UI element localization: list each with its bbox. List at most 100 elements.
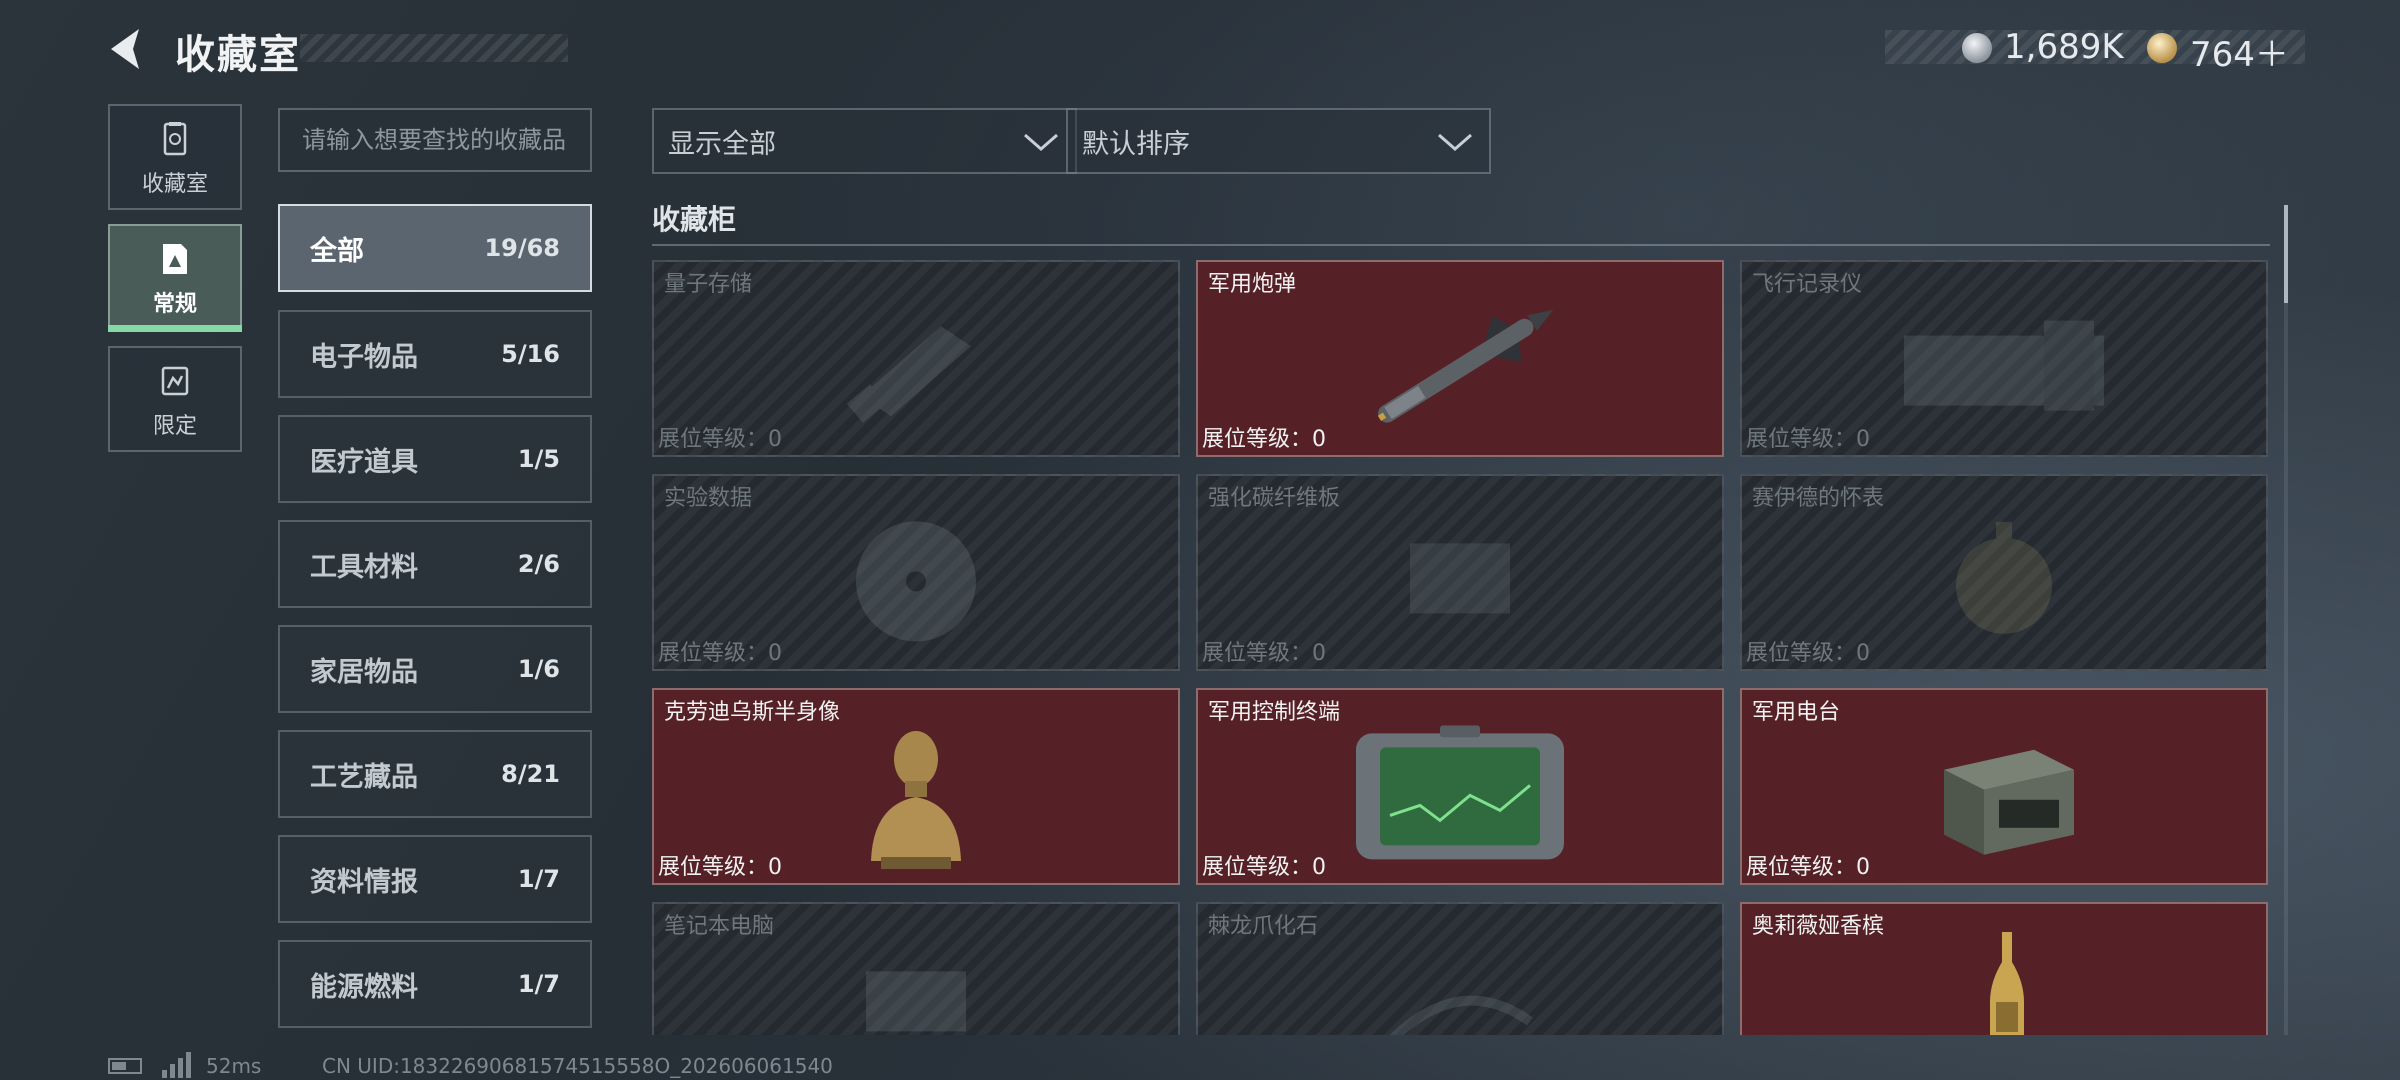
category-name: 工艺藏品 <box>310 761 418 793</box>
gold-currency-value[interactable]: 764＋ <box>2190 27 2289 76</box>
category-name: 全部 <box>310 235 364 267</box>
category-all[interactable]: 全部 19/68 <box>278 204 592 292</box>
cabinet-slot-military-radio[interactable]: 军用电台 展位等级：0 <box>1740 688 2268 885</box>
collection-room-icon <box>163 122 187 156</box>
laptop-icon <box>866 970 966 1031</box>
category-name: 能源燃料 <box>310 971 418 1003</box>
silver-coin-icon <box>1962 33 1992 63</box>
category-electronics[interactable]: 电子物品 5/16 <box>278 310 592 398</box>
category-intel[interactable]: 资料情报 1/7 <box>278 835 592 923</box>
item-name: 赛伊德的怀表 <box>1752 486 1885 511</box>
ping-readout: 52ms <box>206 1054 262 1078</box>
scrollbar-track[interactable] <box>2284 205 2288 1035</box>
cabinet-slot-claudius-bust[interactable]: 克劳迪乌斯半身像 展位等级：0 <box>652 688 1180 885</box>
category-medical[interactable]: 医疗道具 1/5 <box>278 415 592 503</box>
cabinet-slot-fossil[interactable]: 棘龙爪化石 <box>1196 902 1724 1035</box>
cabinet-slot-control-terminal[interactable]: 军用控制终端 展位等级：0 <box>1196 688 1724 885</box>
cabinet-slot-quantum-storage[interactable]: 量子存储 展位等级：0 <box>652 260 1180 457</box>
sort-dropdown[interactable]: 默认排序 <box>1066 108 1491 174</box>
item-name: 实验数据 <box>664 486 753 511</box>
chevron-down-icon <box>1024 133 1058 151</box>
slot-level: 展位等级：0 <box>1202 855 1326 880</box>
item-name: 量子存储 <box>664 272 753 297</box>
cabinet-title: 收藏柜 <box>652 203 737 236</box>
page-title: 收藏室 <box>175 32 301 78</box>
flight-recorder-icon <box>1904 320 2104 411</box>
silver-currency-value: 1,689K <box>2004 27 2124 67</box>
back-arrow-icon[interactable] <box>105 25 149 73</box>
control-terminal-icon <box>1356 724 1564 859</box>
category-count: 19/68 <box>484 234 560 262</box>
champagne-icon <box>1990 932 2024 1035</box>
category-household[interactable]: 家居物品 1/6 <box>278 625 592 713</box>
category-tools[interactable]: 工具材料 2/6 <box>278 520 592 608</box>
pocket-watch-icon <box>1956 521 2052 634</box>
cabinet-grid: 量子存储 展位等级：0 军用炮弹 展位等级：0 飞行记录仪 展位等级：0 实验数… <box>652 260 2268 1035</box>
dropdown-value: 显示全部 <box>668 128 776 160</box>
category-name: 资料情报 <box>310 866 418 898</box>
search-input[interactable] <box>278 108 592 172</box>
display-filter-dropdown[interactable]: 显示全部 <box>652 108 1077 174</box>
cabinet-slot-carbon-plate[interactable]: 强化碳纤维板 展位等级：0 <box>1196 474 1724 671</box>
cabinet-slot-pocket-watch[interactable]: 赛伊德的怀表 展位等级：0 <box>1740 474 2268 671</box>
cabinet-slot-laptop[interactable]: 笔记本电脑 <box>652 902 1180 1035</box>
title-decoration <box>300 34 568 62</box>
category-name: 家居物品 <box>310 656 418 688</box>
category-name: 医疗道具 <box>310 446 418 478</box>
slot-level: 展位等级：0 <box>658 427 782 452</box>
tab-regular[interactable]: 常规 <box>108 224 242 330</box>
regular-icon <box>163 244 187 274</box>
tab-collection-room[interactable]: 收藏室 <box>108 104 242 210</box>
item-name: 强化碳纤维板 <box>1208 486 1341 511</box>
slot-level: 展位等级：0 <box>1202 641 1326 666</box>
category-crafts[interactable]: 工艺藏品 8/21 <box>278 730 592 818</box>
tab-label: 常规 <box>152 292 197 317</box>
category-energy[interactable]: 能源燃料 1/7 <box>278 940 592 1028</box>
tab-limited[interactable]: 限定 <box>108 346 242 452</box>
limited-icon <box>161 366 189 396</box>
cabinet-slot-champagne[interactable]: 奥莉薇娅香槟 <box>1740 902 2268 1035</box>
item-name: 克劳迪乌斯半身像 <box>664 700 841 725</box>
bust-icon <box>871 730 961 869</box>
item-name: 军用控制终端 <box>1208 700 1341 725</box>
data-disc-icon <box>856 520 976 641</box>
dropdown-value: 默认排序 <box>1082 128 1190 160</box>
item-name: 军用电台 <box>1752 700 1841 725</box>
item-name: 奥莉薇娅香槟 <box>1752 914 1885 939</box>
cabinet-slot-military-shell[interactable]: 军用炮弹 展位等级：0 <box>1196 260 1724 457</box>
category-count: 1/7 <box>517 865 560 893</box>
category-name: 工具材料 <box>310 551 418 583</box>
slot-level: 展位等级：0 <box>658 641 782 666</box>
radio-icon <box>1944 749 2074 855</box>
category-count: 1/6 <box>517 655 560 683</box>
fossil-icon <box>1388 995 1533 1035</box>
item-name: 棘龙爪化石 <box>1208 914 1319 939</box>
chevron-down-icon <box>1438 133 1472 151</box>
carbon-plate-icon <box>1410 542 1510 613</box>
gold-coin-icon <box>2147 33 2177 63</box>
tab-label: 限定 <box>152 414 197 439</box>
cabinet-slot-experiment-data[interactable]: 实验数据 展位等级：0 <box>652 474 1180 671</box>
slot-level: 展位等级：0 <box>658 855 782 880</box>
category-count: 1/5 <box>517 445 560 473</box>
battery-icon <box>108 1058 142 1074</box>
usb-drive-icon <box>846 325 971 423</box>
slot-level: 展位等级：0 <box>1202 427 1326 452</box>
scrollbar-thumb[interactable] <box>2284 205 2288 303</box>
missile-icon <box>1377 309 1554 423</box>
cabinet-slot-flight-recorder[interactable]: 飞行记录仪 展位等级：0 <box>1740 260 2268 457</box>
user-uid: CN UID:18322690681574515558O_20260606154… <box>322 1054 833 1078</box>
slot-level: 展位等级：0 <box>1746 427 1870 452</box>
category-count: 5/16 <box>501 340 560 368</box>
tab-label: 收藏室 <box>141 172 208 197</box>
category-name: 电子物品 <box>310 341 418 373</box>
category-count: 1/7 <box>517 970 560 998</box>
divider <box>652 244 2270 246</box>
item-name: 飞行记录仪 <box>1752 272 1863 297</box>
active-tab-indicator <box>108 325 242 332</box>
slot-level: 展位等级：0 <box>1746 855 1870 880</box>
slot-level: 展位等级：0 <box>1746 641 1870 666</box>
item-name: 笔记本电脑 <box>664 914 775 939</box>
item-name: 军用炮弹 <box>1208 272 1297 297</box>
category-count: 8/21 <box>501 760 560 788</box>
